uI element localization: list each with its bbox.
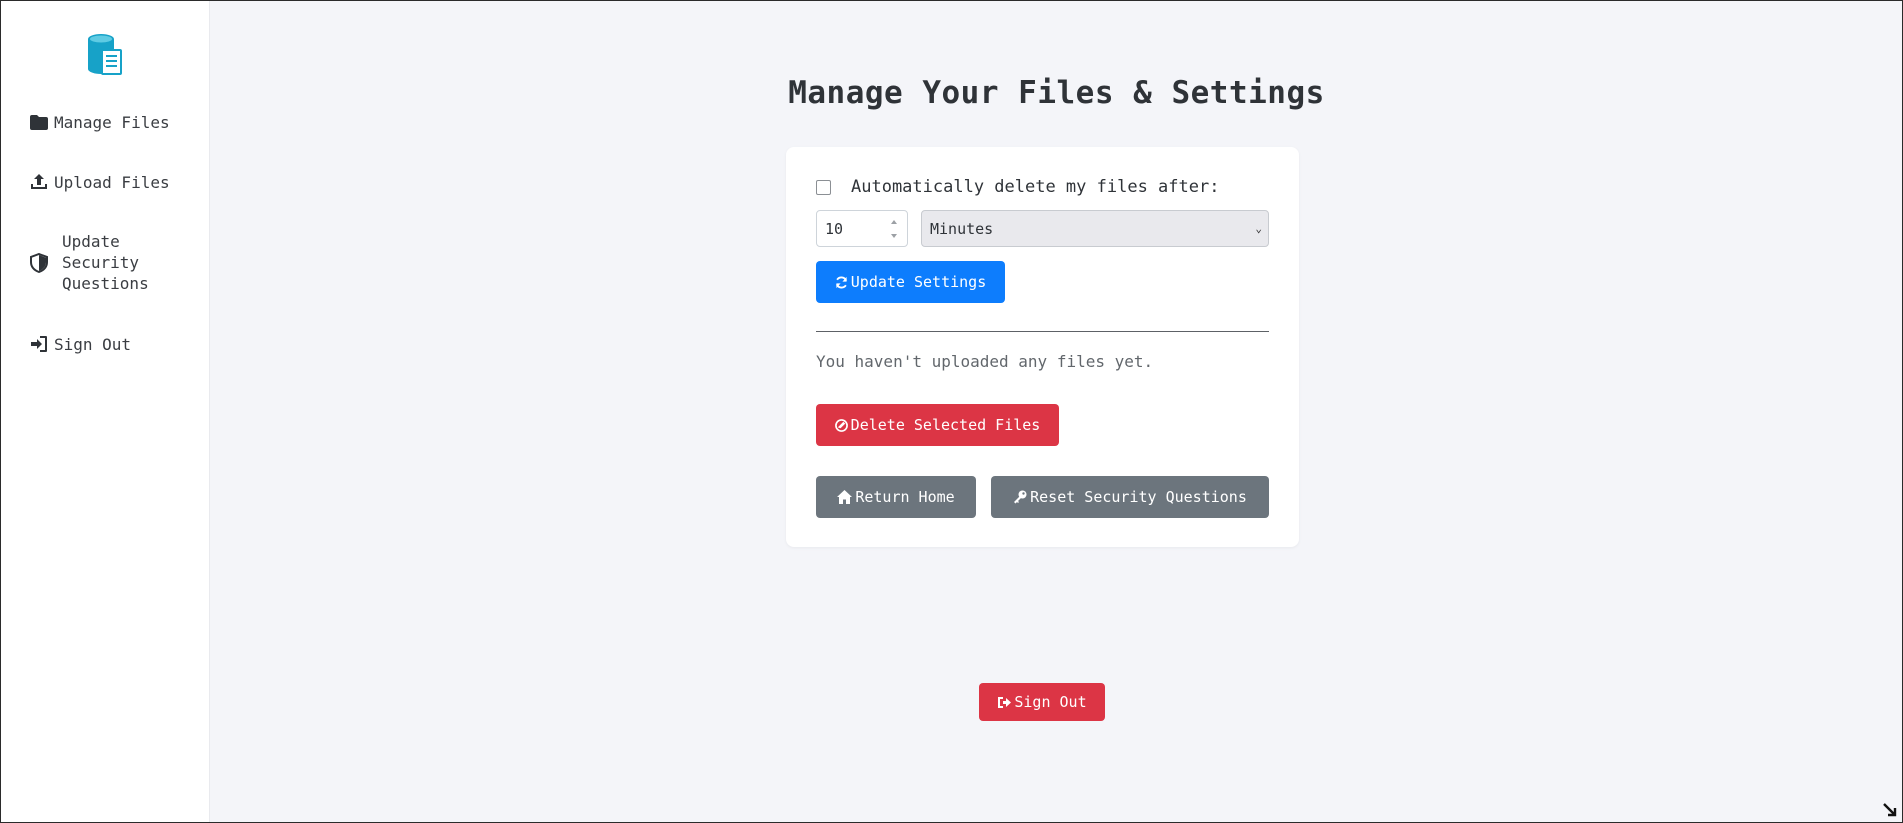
sidebar-item-update-security-questions[interactable]: Update Security Questions — [29, 231, 149, 294]
folder-icon — [29, 112, 49, 132]
sign-out-icon — [997, 696, 1012, 709]
sign-in-icon — [29, 334, 49, 354]
sidebar-item-label: Sign Out — [54, 334, 132, 354]
sidebar: Manage Files Upload Files Update Securit… — [1, 1, 210, 822]
chevron-down-icon: ⌄ — [1255, 222, 1262, 235]
erase-icon — [834, 418, 848, 432]
refresh-icon — [835, 276, 848, 289]
main-content: Manage Your Files & Settings Automatical… — [211, 1, 1902, 822]
sidebar-item-label: Update Security Questions — [62, 232, 149, 293]
sidebar-item-manage-files[interactable]: Manage Files — [29, 112, 170, 132]
auto-delete-row: Automatically delete my files after: — [816, 177, 1219, 197]
database-document-icon[interactable] — [87, 33, 123, 75]
delete-selected-files-button[interactable]: Delete Selected Files — [816, 404, 1059, 446]
reset-security-questions-button[interactable]: Reset Security Questions — [991, 476, 1269, 518]
sidebar-item-upload-files[interactable]: Upload Files — [29, 172, 170, 192]
sidebar-item-label: Manage Files — [54, 112, 170, 132]
sidebar-item-label: Upload Files — [54, 172, 170, 192]
key-icon — [1013, 490, 1027, 504]
upload-icon — [29, 172, 49, 192]
shield-icon — [29, 252, 49, 273]
delete-unit-select[interactable]: Minutes ⌄ — [921, 210, 1269, 247]
update-settings-button[interactable]: Update Settings — [816, 261, 1005, 303]
return-home-button[interactable]: Return Home — [816, 476, 976, 518]
sign-out-button[interactable]: Sign Out — [979, 683, 1105, 721]
resize-handle-icon[interactable] — [1882, 802, 1898, 818]
number-spinner-icon[interactable] — [889, 220, 899, 238]
auto-delete-label: Automatically delete my files after: — [851, 177, 1220, 197]
settings-card: Automatically delete my files after: 10 … — [786, 147, 1299, 547]
home-icon — [837, 490, 853, 504]
divider — [816, 331, 1269, 332]
sidebar-item-sign-out[interactable]: Sign Out — [29, 334, 131, 354]
page-title: Manage Your Files & Settings — [788, 75, 1325, 111]
delete-amount-value: 10 — [825, 220, 844, 238]
delete-unit-value: Minutes — [930, 220, 994, 238]
delete-amount-input[interactable]: 10 — [816, 210, 908, 247]
auto-delete-checkbox[interactable] — [816, 179, 831, 195]
empty-files-message: You haven't uploaded any files yet. — [816, 352, 1154, 371]
